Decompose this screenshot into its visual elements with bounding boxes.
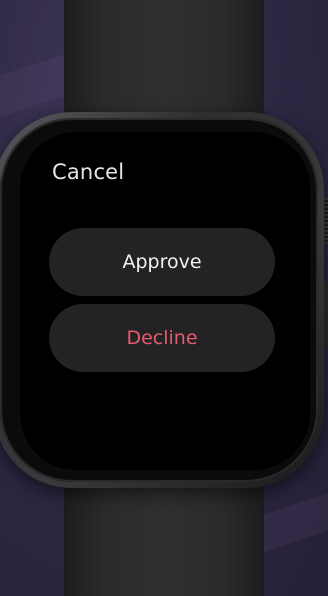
decline-button[interactable]: Decline bbox=[49, 304, 275, 372]
cancel-button[interactable]: Cancel bbox=[52, 160, 124, 184]
approve-button[interactable]: Approve bbox=[49, 228, 275, 296]
watch-screen: Cancel Approve Decline bbox=[20, 132, 310, 470]
